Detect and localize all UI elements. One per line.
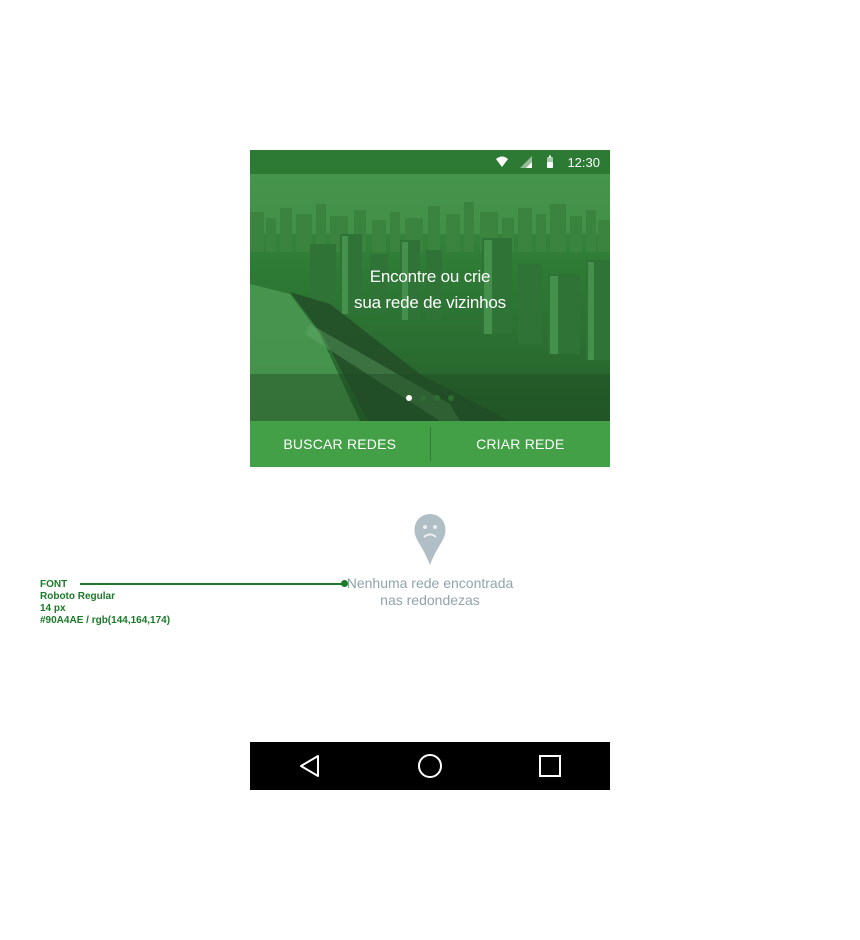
battery-icon	[547, 155, 554, 168]
font-spec-annotation: FONT Roboto Regular 14 px #90A4AE / rgb(…	[40, 579, 170, 627]
home-button[interactable]	[406, 742, 454, 790]
wifi-icon	[496, 156, 509, 167]
hero-title-line2: sua rede de vizinhos	[354, 293, 506, 312]
empty-state-line1: Nenhuma rede encontrada	[346, 575, 514, 591]
hero-banner[interactable]: Encontre ou crie sua rede de vizinhos	[250, 174, 610, 421]
signal-icon	[520, 156, 533, 168]
pager-dot[interactable]	[434, 395, 440, 401]
back-button[interactable]	[286, 742, 334, 790]
empty-state-line2: nas redondezas	[380, 592, 480, 608]
annotation-leader-dot	[341, 580, 348, 587]
system-nav-bar	[250, 742, 610, 790]
sad-map-pin-icon	[414, 514, 446, 565]
pager-dot[interactable]	[406, 395, 412, 401]
annotation-size: 14 px	[40, 603, 66, 614]
hero-title-line1: Encontre ou crie	[369, 267, 491, 286]
back-icon	[300, 755, 319, 777]
action-bar: BUSCAR REDES CRIAR REDE	[250, 421, 610, 467]
create-network-button[interactable]: CRIAR REDE	[431, 421, 611, 467]
status-time: 12:30	[567, 154, 600, 170]
status-bar: 12:30	[250, 150, 610, 174]
search-networks-button[interactable]: BUSCAR REDES	[250, 421, 430, 467]
pager-dot[interactable]	[448, 395, 454, 401]
annotation-color: #90A4AE / rgb(144,164,174)	[40, 615, 171, 626]
empty-state-message: Nenhuma rede encontrada nas redondezas	[330, 575, 530, 609]
annotation-font: Roboto Regular	[40, 591, 115, 602]
pager-dots	[250, 395, 610, 401]
home-icon	[418, 754, 442, 778]
hero-title: Encontre ou crie sua rede de vizinhos	[250, 264, 610, 316]
recents-button[interactable]	[526, 742, 574, 790]
pager-dot[interactable]	[420, 395, 426, 401]
recents-icon	[539, 755, 561, 777]
annotation-title: FONT	[40, 579, 68, 590]
